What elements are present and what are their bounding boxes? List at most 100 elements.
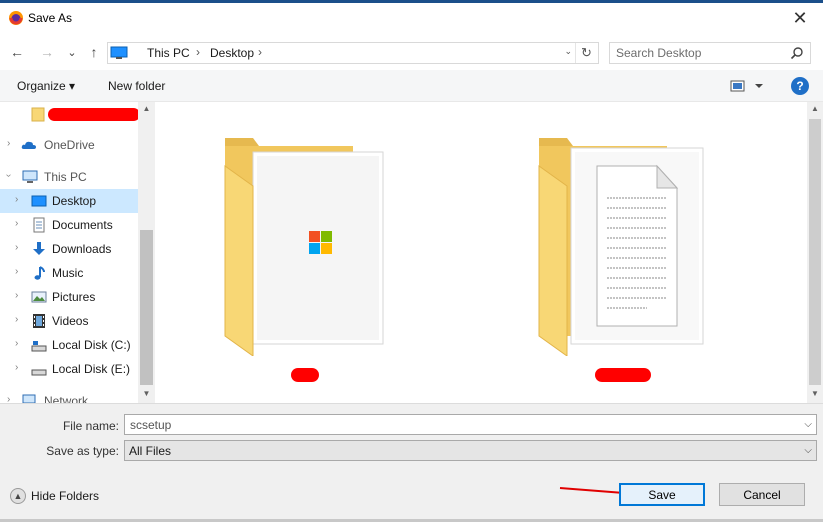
folder-icon [31, 107, 45, 122]
back-arrow-icon[interactable]: ← [7, 42, 27, 62]
this-pc-icon [22, 170, 38, 183]
breadcrumb-desktop[interactable]: Desktop [210, 46, 254, 60]
local-disk-icon [31, 341, 47, 352]
close-icon[interactable]: ✕ [777, 3, 823, 33]
pictures-icon [31, 291, 47, 303]
new-folder-button[interactable]: New folder [108, 79, 165, 93]
file-name-value[interactable]: scsetup [130, 418, 171, 432]
downloads-icon [33, 242, 45, 255]
sidebar-item-label: Documents [52, 218, 113, 232]
this-pc-icon [110, 46, 128, 59]
save-as-type-select[interactable]: All Files ⌵ [124, 440, 817, 461]
file-list-area[interactable] [157, 102, 807, 403]
sidebar-item-label: Music [52, 266, 84, 280]
collapse-up-icon: ▲ [10, 488, 26, 504]
save-as-type-label: Save as type: [46, 444, 119, 458]
expand-chevron-icon[interactable]: › [7, 138, 10, 149]
breadcrumb-separator[interactable]: › [196, 45, 200, 59]
music-icon [34, 266, 45, 280]
navigation-pane-scrollbar[interactable]: ▲ ▼ [138, 102, 155, 403]
sidebar-item-downloads[interactable]: › Downloads [0, 237, 138, 261]
sidebar-item-label: Videos [52, 314, 89, 328]
refresh-icon[interactable]: ↻ [575, 43, 597, 63]
expand-chevron-icon[interactable]: › [15, 266, 18, 277]
command-toolbar: Organize ▾ New folder ? [0, 70, 823, 102]
sidebar-item-pictures[interactable]: › Pictures [0, 285, 138, 309]
folder-icon [538, 138, 704, 357]
documents-icon [33, 217, 45, 233]
file-list-scrollbar[interactable]: ▲ ▼ [807, 102, 823, 403]
expand-chevron-icon[interactable]: › [15, 338, 18, 349]
document-icon [596, 164, 679, 327]
sidebar-item-videos[interactable]: › Videos [0, 309, 138, 333]
redacted-label [48, 108, 140, 121]
navigation-bar: ← → ⌄ ↑ This PC › Desktop › ⌄ ↻ [0, 36, 823, 68]
change-view-icon[interactable] [729, 78, 765, 94]
sidebar-item-label: Network [44, 394, 89, 403]
sidebar-item-label: OneDrive [44, 138, 95, 152]
sidebar-item-label: Downloads [52, 242, 112, 256]
cancel-button[interactable]: Cancel [719, 483, 805, 506]
scroll-up-arrow-icon[interactable]: ▲ [138, 104, 155, 113]
folder-icon [224, 138, 384, 357]
firefox-icon [9, 11, 23, 25]
expand-chevron-icon[interactable]: › [15, 362, 18, 373]
local-disk-icon [31, 369, 47, 376]
sidebar-item-quick-access-folder[interactable] [0, 102, 140, 126]
sidebar-item-onedrive[interactable]: › OneDrive [0, 133, 138, 157]
sidebar-item-local-disk-c[interactable]: › Local Disk (C:) [0, 333, 138, 357]
navigation-pane: › OneDrive › This PC › Desktop › Documen… [0, 102, 153, 403]
breadcrumb-separator[interactable]: › [258, 45, 262, 59]
search-box[interactable] [609, 42, 811, 64]
file-name-field[interactable]: scsetup ⌵ [124, 414, 817, 435]
search-input[interactable] [616, 45, 786, 61]
file-item-folder[interactable] [527, 136, 707, 382]
file-item-folder[interactable] [213, 136, 393, 382]
save-as-type-dropdown-icon[interactable]: ⌵ [804, 445, 812, 456]
sidebar-item-network[interactable]: › Network [0, 389, 138, 403]
scroll-down-arrow-icon[interactable]: ▼ [807, 389, 823, 398]
sidebar-item-label: Desktop [52, 194, 97, 208]
expand-chevron-icon[interactable]: › [15, 314, 18, 325]
scroll-up-arrow-icon[interactable]: ▲ [807, 104, 823, 113]
recent-locations-chevron-icon[interactable]: ⌄ [62, 42, 82, 62]
forward-arrow-icon[interactable]: → [37, 42, 57, 62]
sidebar-item-desktop[interactable]: › Desktop [0, 189, 138, 213]
expand-chevron-icon[interactable]: › [15, 242, 18, 253]
address-bar[interactable]: This PC › Desktop › ⌄ ↻ [107, 42, 599, 64]
window-title: Save As [28, 11, 73, 25]
organize-menu-button[interactable]: Organize ▾ [17, 79, 75, 93]
hide-folders-button[interactable]: ▲ Hide Folders [10, 486, 99, 506]
redacted-filename [595, 368, 651, 382]
sidebar-item-documents[interactable]: › Documents [0, 213, 138, 237]
help-icon[interactable]: ? [791, 77, 809, 95]
search-icon[interactable] [790, 46, 804, 60]
scrollbar-thumb[interactable] [140, 230, 153, 385]
title-bar: Save As ✕ [0, 3, 823, 33]
scrollbar-thumb[interactable] [809, 119, 821, 385]
sidebar-item-music[interactable]: › Music [0, 261, 138, 285]
sidebar-item-label: This PC [44, 170, 87, 184]
network-icon [22, 394, 36, 403]
expand-chevron-icon[interactable]: › [15, 218, 18, 229]
expand-chevron-icon[interactable]: › [15, 290, 18, 301]
expand-chevron-icon[interactable]: › [7, 394, 10, 403]
file-name-label: File name: [62, 419, 119, 433]
scroll-down-arrow-icon[interactable]: ▼ [138, 389, 155, 398]
expand-chevron-icon[interactable]: › [15, 194, 18, 205]
address-dropdown-icon[interactable]: ⌄ [564, 46, 572, 57]
file-name-dropdown-icon[interactable]: ⌵ [804, 419, 812, 430]
breadcrumb-this-pc[interactable]: This PC [147, 46, 190, 60]
sidebar-item-label: Local Disk (C:) [52, 338, 131, 352]
collapse-chevron-icon[interactable]: › [3, 174, 14, 177]
desktop-icon [31, 195, 47, 207]
sidebar-item-this-pc[interactable]: › This PC [0, 165, 138, 189]
hide-folders-label: Hide Folders [31, 489, 100, 503]
sidebar-item-label: Local Disk (E:) [52, 362, 131, 376]
onedrive-icon [21, 141, 36, 149]
sidebar-item-local-disk-e[interactable]: › Local Disk (E:) [0, 357, 138, 381]
up-arrow-icon[interactable]: ↑ [84, 42, 104, 62]
save-button[interactable]: Save [619, 483, 705, 506]
save-as-type-value[interactable]: All Files [129, 444, 171, 458]
videos-icon [33, 314, 45, 328]
